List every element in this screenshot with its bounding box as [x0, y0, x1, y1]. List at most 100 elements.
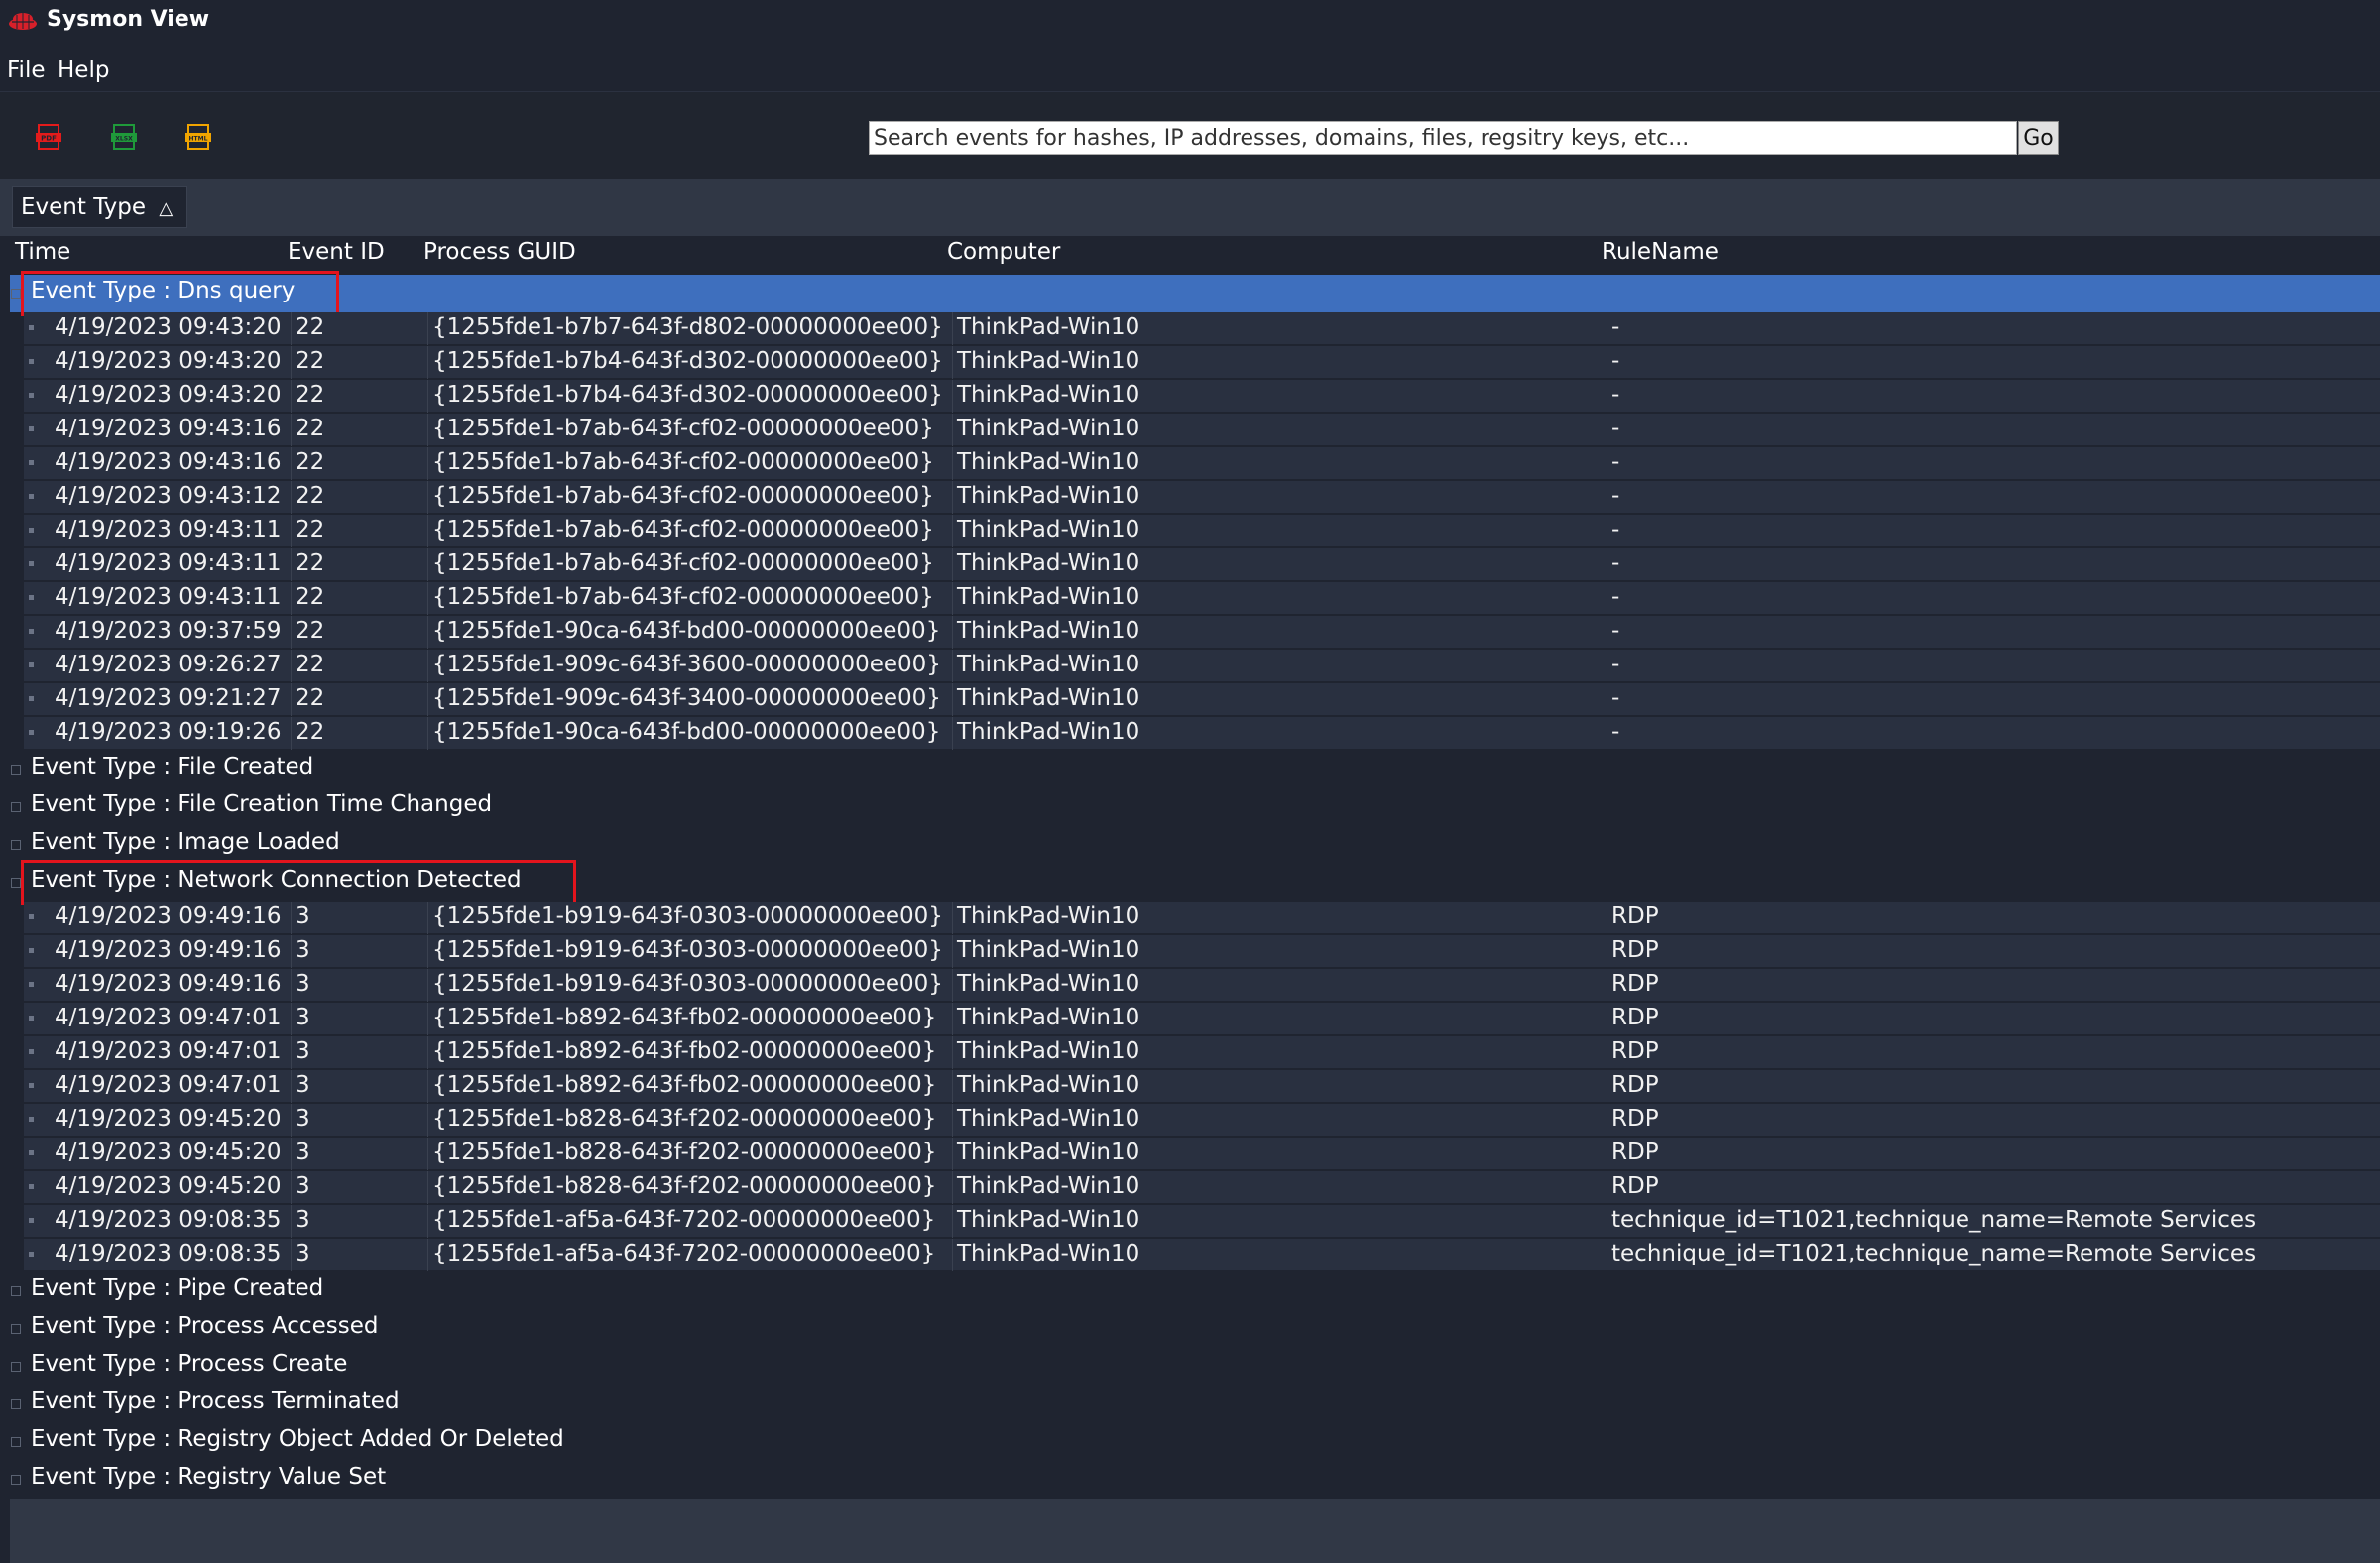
- cell-computer: ThinkPad-Win10: [957, 1038, 1140, 1064]
- table-row[interactable]: 4/19/2023 09:43:20 22 {1255fde1-b7b4-643f-…: [24, 380, 2380, 413]
- expander-icon[interactable]: [11, 765, 21, 775]
- column-divider: [952, 447, 953, 480]
- group-label: Event Type : Registry Object Added Or De…: [31, 1426, 564, 1452]
- search-input[interactable]: [869, 121, 2017, 155]
- table-row[interactable]: 4/19/2023 09:37:59 22 {1255fde1-90ca-643f-…: [24, 616, 2380, 649]
- group-label: Event Type : Process Accessed: [31, 1313, 379, 1339]
- table-row[interactable]: 4/19/2023 09:08:35 3 {1255fde1-af5a-643f-7…: [24, 1205, 2380, 1238]
- cell-computer: ThinkPad-Win10: [957, 449, 1140, 475]
- expander-icon[interactable]: [11, 878, 21, 888]
- table-row[interactable]: 4/19/2023 09:43:12 22 {1255fde1-b7ab-643f-…: [24, 481, 2380, 514]
- cell-rulename: technique_id=T1021,technique_name=Remote…: [1611, 1207, 2257, 1233]
- cell-process-guid: {1255fde1-af5a-643f-7202-00000000ee00}: [432, 1207, 936, 1233]
- cell-process-guid: {1255fde1-b828-643f-f202-00000000ee00}: [432, 1173, 937, 1199]
- column-header-computer[interactable]: Computer: [947, 239, 1060, 265]
- cell-computer: ThinkPad-Win10: [957, 584, 1140, 610]
- table-row[interactable]: 4/19/2023 09:47:01 3 {1255fde1-b892-643f-f…: [24, 1003, 2380, 1035]
- export-xlsx-button[interactable]: XLSX: [110, 124, 138, 150]
- column-divider: [952, 1239, 953, 1271]
- group-row[interactable]: Event Type : Pipe Created: [10, 1272, 2380, 1310]
- table-row[interactable]: 4/19/2023 09:26:27 22 {1255fde1-909c-643f-…: [24, 650, 2380, 682]
- table-row[interactable]: 4/19/2023 09:47:01 3 {1255fde1-b892-643f-f…: [24, 1036, 2380, 1069]
- cell-computer: ThinkPad-Win10: [957, 314, 1140, 340]
- group-row[interactable]: Event Type : File Creation Time Changed: [10, 788, 2380, 826]
- group-row[interactable]: Event Type : Process Terminated: [10, 1385, 2380, 1423]
- cell-process-guid: {1255fde1-b7ab-643f-cf02-00000000ee00}: [432, 416, 934, 441]
- table-row[interactable]: 4/19/2023 09:43:11 22 {1255fde1-b7ab-643f-…: [24, 582, 2380, 615]
- group-row[interactable]: Event Type : File Created: [10, 751, 2380, 788]
- row-indicator-icon: [29, 1218, 34, 1223]
- table-row[interactable]: 4/19/2023 09:45:20 3 {1255fde1-b828-643f-f…: [24, 1138, 2380, 1170]
- column-divider: [952, 935, 953, 968]
- row-indicator-icon: [29, 982, 34, 987]
- table-row[interactable]: 4/19/2023 09:45:20 3 {1255fde1-b828-643f-f…: [24, 1171, 2380, 1204]
- table-row[interactable]: 4/19/2023 09:19:26 22 {1255fde1-90ca-643f-…: [24, 717, 2380, 750]
- group-row[interactable]: Event Type : Registry Value Set: [10, 1461, 2380, 1499]
- expander-icon[interactable]: [11, 802, 21, 812]
- expander-icon[interactable]: [11, 1362, 21, 1372]
- column-divider: [1606, 1104, 1607, 1137]
- export-pdf-label: PDF: [41, 135, 57, 143]
- column-divider: [291, 717, 292, 750]
- table-row[interactable]: 4/19/2023 09:43:20 22 {1255fde1-b7b4-643f-…: [24, 346, 2380, 379]
- table-row[interactable]: 4/19/2023 09:49:16 3 {1255fde1-b919-643f-0…: [24, 969, 2380, 1002]
- group-label: Event Type : File Creation Time Changed: [31, 791, 493, 817]
- expander-icon[interactable]: [11, 1324, 21, 1334]
- expander-icon[interactable]: [11, 1437, 21, 1447]
- menu-file[interactable]: File: [7, 58, 46, 83]
- row-indicator-icon: [29, 325, 34, 330]
- column-header-rulename[interactable]: RuleName: [1602, 239, 1719, 265]
- group-row[interactable]: Event Type : Image Loaded: [10, 826, 2380, 864]
- menu-help[interactable]: Help: [58, 58, 109, 83]
- column-header-process-guid[interactable]: Process GUID: [423, 239, 576, 265]
- cell-event-id: 3: [296, 1106, 310, 1132]
- expander-icon[interactable]: [11, 840, 21, 850]
- group-row[interactable]: Event Type : Registry Object Added Or De…: [10, 1423, 2380, 1461]
- group-row[interactable]: Event Type : Process Create: [10, 1348, 2380, 1385]
- group-label: Event Type : Registry Value Set: [31, 1464, 387, 1490]
- table-row[interactable]: 4/19/2023 09:43:16 22 {1255fde1-b7ab-643f-…: [24, 447, 2380, 480]
- column-header-time[interactable]: Time: [15, 239, 70, 265]
- cell-process-guid: {1255fde1-b7ab-643f-cf02-00000000ee00}: [432, 483, 934, 509]
- table-row[interactable]: 4/19/2023 09:43:20 22 {1255fde1-b7b7-643f-…: [24, 312, 2380, 345]
- group-by-chip[interactable]: Event Type △: [12, 186, 188, 228]
- export-pdf-button[interactable]: PDF: [35, 124, 62, 150]
- table-row[interactable]: 4/19/2023 09:47:01 3 {1255fde1-b892-643f-f…: [24, 1070, 2380, 1103]
- column-divider: [427, 683, 428, 716]
- cell-time: 4/19/2023 09:47:01: [55, 1038, 282, 1064]
- expander-icon[interactable]: [11, 1399, 21, 1409]
- cell-event-id: 22: [296, 584, 325, 610]
- expander-icon[interactable]: [11, 1475, 21, 1485]
- export-html-button[interactable]: HTML: [184, 124, 212, 150]
- group-row[interactable]: Event Type : Dns query: [10, 275, 2380, 312]
- table-row[interactable]: 4/19/2023 09:49:16 3 {1255fde1-b919-643f-0…: [24, 902, 2380, 934]
- table-row[interactable]: 4/19/2023 09:21:27 22 {1255fde1-909c-643f-…: [24, 683, 2380, 716]
- expander-icon[interactable]: [11, 289, 21, 299]
- cell-computer: ThinkPad-Win10: [957, 971, 1140, 997]
- column-divider: [1606, 902, 1607, 934]
- cell-process-guid: {1255fde1-b892-643f-fb02-00000000ee00}: [432, 1005, 937, 1030]
- cell-process-guid: {1255fde1-b892-643f-fb02-00000000ee00}: [432, 1072, 937, 1098]
- expander-icon[interactable]: [11, 1286, 21, 1296]
- go-button[interactable]: Go: [2018, 121, 2059, 155]
- cell-event-id: 22: [296, 652, 325, 677]
- table-row[interactable]: 4/19/2023 09:49:16 3 {1255fde1-b919-643f-0…: [24, 935, 2380, 968]
- table-row[interactable]: 4/19/2023 09:43:16 22 {1255fde1-b7ab-643f-…: [24, 414, 2380, 446]
- table-row[interactable]: 4/19/2023 09:43:11 22 {1255fde1-b7ab-643f-…: [24, 548, 2380, 581]
- cell-time: 4/19/2023 09:45:20: [55, 1106, 282, 1132]
- column-header-event-id[interactable]: Event ID: [288, 239, 385, 265]
- column-divider: [291, 650, 292, 682]
- cell-process-guid: {1255fde1-b828-643f-f202-00000000ee00}: [432, 1106, 937, 1132]
- row-indicator-icon: [29, 494, 34, 499]
- column-divider: [427, 380, 428, 413]
- cell-process-guid: {1255fde1-b919-643f-0303-00000000ee00}: [432, 937, 943, 963]
- row-indicator-icon: [29, 359, 34, 364]
- group-row[interactable]: Event Type : Process Accessed: [10, 1310, 2380, 1348]
- row-indicator-icon: [29, 1117, 34, 1122]
- group-by-panel: [0, 179, 2380, 236]
- export-html-label: HTML: [189, 136, 208, 143]
- table-row[interactable]: 4/19/2023 09:08:35 3 {1255fde1-af5a-643f-7…: [24, 1239, 2380, 1271]
- column-divider: [427, 935, 428, 968]
- table-row[interactable]: 4/19/2023 09:43:11 22 {1255fde1-b7ab-643f-…: [24, 515, 2380, 547]
- table-row[interactable]: 4/19/2023 09:45:20 3 {1255fde1-b828-643f-f…: [24, 1104, 2380, 1137]
